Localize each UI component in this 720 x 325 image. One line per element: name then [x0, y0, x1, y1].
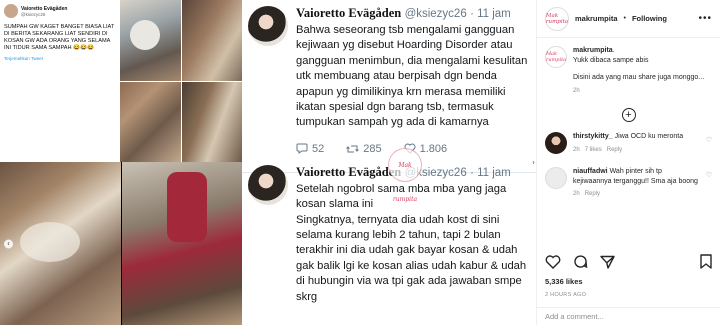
heart-icon[interactable]	[545, 254, 561, 269]
reply-count: 52	[312, 142, 325, 155]
tweet-thread-screenshot: Vaioretto Evägåden @ksiezyc26 · 11 jam B…	[242, 0, 538, 325]
load-more-comments-button[interactable]: +	[621, 108, 636, 122]
room-photo	[120, 0, 181, 81]
post-media[interactable]: Vaioretto Evägåden @ksiezyc26 SUMPAH GW …	[0, 0, 538, 325]
share-icon[interactable]	[600, 255, 615, 269]
tweet-card-text: Vaioretto Evägåden @ksiezyc26 SUMPAH GW …	[0, 0, 120, 162]
more-options-icon[interactable]: •••	[698, 13, 712, 24]
tweet-card-photo-grid	[120, 0, 242, 162]
account-avatar[interactable]: Mak rumpita	[545, 6, 569, 31]
tweet-author-handle: @ksiezyc26	[404, 8, 467, 20]
heart-icon[interactable]: ♡	[706, 167, 712, 200]
reply-icon	[296, 143, 308, 155]
retweet-count: 285	[363, 142, 382, 155]
tweet-card-avatar	[4, 4, 18, 18]
caption-punctuation: .	[612, 47, 615, 54]
following-button[interactable]: Following	[632, 14, 667, 23]
reply-action: 52	[296, 143, 324, 155]
avatar	[248, 164, 288, 205]
caption-line: Yukk dibaca sampe abis	[573, 56, 649, 64]
tweet-header: Vaioretto Evägåden @ksiezyc26 · 11 jam	[296, 6, 528, 21]
comment-meta: 2h Reply	[573, 190, 700, 200]
post-timestamp: 2 HOURS AGO	[545, 292, 587, 298]
tweet-author-name: Vaioretto Evägåden	[296, 6, 402, 20]
tweet-author-name: Vaioretto Evägåden	[296, 164, 402, 179]
post-header: Mak rumpita makrumpita • Following •••	[537, 0, 720, 38]
comment-username[interactable]: thirstykitty_	[573, 133, 613, 140]
caption-username[interactable]: makrumpita	[573, 47, 613, 54]
reply-link[interactable]: Reply	[607, 147, 622, 153]
comment: niauffadwi Wah pinter sih tp kejiwaannya…	[545, 167, 712, 200]
add-comment-input[interactable]: Add a comment...	[537, 307, 720, 325]
trash-pile	[20, 222, 80, 262]
retweet-icon	[346, 145, 360, 153]
comment: thirstykitty_ Jiwa OCD ku meronta 2h 7 l…	[545, 132, 712, 155]
commenter-avatar[interactable]	[545, 132, 567, 154]
chevron-left-icon[interactable]: ‹	[4, 239, 13, 248]
hanging-clothes	[167, 172, 207, 242]
bookmark-icon[interactable]	[700, 254, 712, 269]
caption-avatar[interactable]: Mak rumpita	[545, 46, 567, 68]
tweet: Vaioretto Evägåden @ksiezyc26 · 11 jam B…	[242, 0, 536, 155]
post-actions	[537, 254, 720, 269]
room-photo	[181, 81, 242, 162]
room-photo	[122, 162, 242, 325]
tweet-screenshot-card: Vaioretto Evägåden @ksiezyc26 SUMPAH GW …	[0, 0, 242, 162]
fan-shape	[130, 20, 160, 50]
tweet-card-body: SUMPAH GW KAGET BANGET BIASA LIAT DI BER…	[4, 24, 115, 51]
separator-dot: •	[623, 15, 626, 22]
commenter-avatar[interactable]	[545, 167, 567, 189]
comment-time: 2h	[573, 146, 580, 153]
comment-time: 2h	[573, 191, 580, 197]
caption-line: Disini ada yang mau share juga monggo...	[573, 74, 705, 81]
comment-icon[interactable]	[573, 254, 588, 269]
tweet-time: · 11 jam	[470, 166, 511, 179]
room-photo: ‹	[0, 162, 121, 325]
comment-text: Jiwa OCD ku meronta	[614, 133, 684, 140]
media-left-column: Vaioretto Evägåden @ksiezyc26 SUMPAH GW …	[0, 0, 242, 325]
tweet: Vaioretto Evägåden @ksiezyc26 · 11 jam S…	[242, 155, 536, 305]
comment-meta: 2h 7 likes Reply	[573, 146, 700, 156]
room-photo	[120, 81, 181, 162]
comment-username[interactable]: niauffadwi	[573, 168, 608, 175]
caption-time: 2h	[573, 87, 580, 94]
watermark-logo: Mak rumpita	[388, 148, 422, 203]
tweet-card-handle: @ksiezyc26	[21, 11, 46, 17]
media-bottom-photos: ‹	[0, 162, 242, 325]
like-count[interactable]: 5,336 likes	[545, 277, 583, 286]
tweet-card-translate-link: Terjemahkan Tweet	[4, 56, 43, 61]
heart-icon[interactable]: ♡	[706, 132, 712, 155]
comments-list[interactable]: Mak rumpita makrumpita. Yukk dibaca samp…	[537, 38, 720, 252]
account-username[interactable]: makrumpita	[575, 14, 618, 23]
tweet-text: Bahwa seseorang tsb mengalami gangguan k…	[296, 24, 528, 129]
retweet-action: 285	[346, 142, 382, 155]
tweet-card-name: Vaioretto Evägåden	[21, 5, 68, 12]
tweet-time: · 11 jam	[470, 8, 511, 20]
comment-likes[interactable]: 7 likes	[585, 147, 602, 153]
reply-link[interactable]: Reply	[585, 191, 600, 197]
post-viewer: Vaioretto Evägåden @ksiezyc26 SUMPAH GW …	[0, 0, 720, 325]
like-count: 1.806	[419, 142, 448, 155]
tweet-card-header: Vaioretto Evägåden @ksiezyc26	[4, 4, 116, 18]
caption: Mak rumpita makrumpita. Yukk dibaca samp…	[545, 46, 712, 96]
room-photo	[181, 0, 242, 81]
instagram-sidebar: Mak rumpita makrumpita • Following ••• M…	[536, 0, 720, 325]
avatar	[248, 6, 288, 46]
